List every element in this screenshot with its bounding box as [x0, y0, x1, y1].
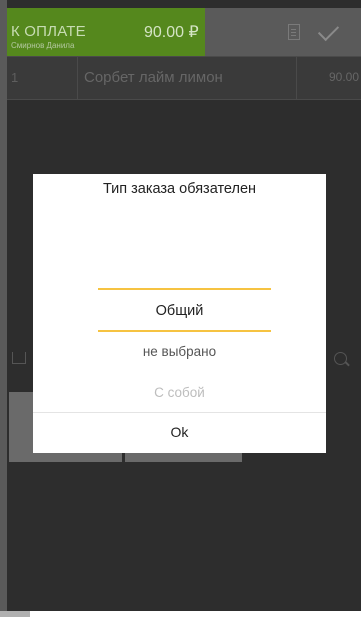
order-type-dialog: Тип заказа обязателен Общий не выбрано С…	[33, 174, 326, 453]
picker-option[interactable]: С собой	[33, 385, 326, 400]
row-number: 1	[11, 70, 19, 85]
top-bar: К ОПЛАТЕ Смирнов Данила 90.00 ₽	[7, 8, 361, 56]
pay-title: К ОПЛАТЕ	[11, 23, 86, 40]
order-type-picker[interactable]: Общий не выбрано С собой	[33, 208, 326, 412]
order-total: 90.00 ₽	[144, 24, 199, 41]
bottom-edge	[0, 611, 30, 617]
check-icon[interactable]	[317, 19, 340, 42]
order-row[interactable]: 1 Сорбет лайм лимон 90.00	[7, 56, 361, 100]
user-name: Смирнов Данила	[11, 41, 75, 50]
receipt-icon[interactable]	[288, 24, 300, 40]
search-icon[interactable]	[334, 352, 347, 365]
left-edge	[0, 0, 7, 611]
row-price: 90.00	[329, 70, 360, 84]
home-icon[interactable]	[12, 352, 26, 364]
picker-option[interactable]: не выбрано	[33, 344, 326, 359]
pay-button[interactable]: К ОПЛАТЕ Смирнов Данила 90.00 ₽	[7, 8, 205, 56]
dialog-title: Тип заказа обязателен	[33, 174, 326, 209]
picker-line-bottom	[98, 330, 271, 332]
picker-option-selected[interactable]: Общий	[33, 303, 326, 319]
row-item-name: Сорбет лайм лимон	[84, 69, 223, 86]
ok-button[interactable]: Ok	[33, 412, 326, 453]
picker-line-top	[98, 288, 271, 290]
